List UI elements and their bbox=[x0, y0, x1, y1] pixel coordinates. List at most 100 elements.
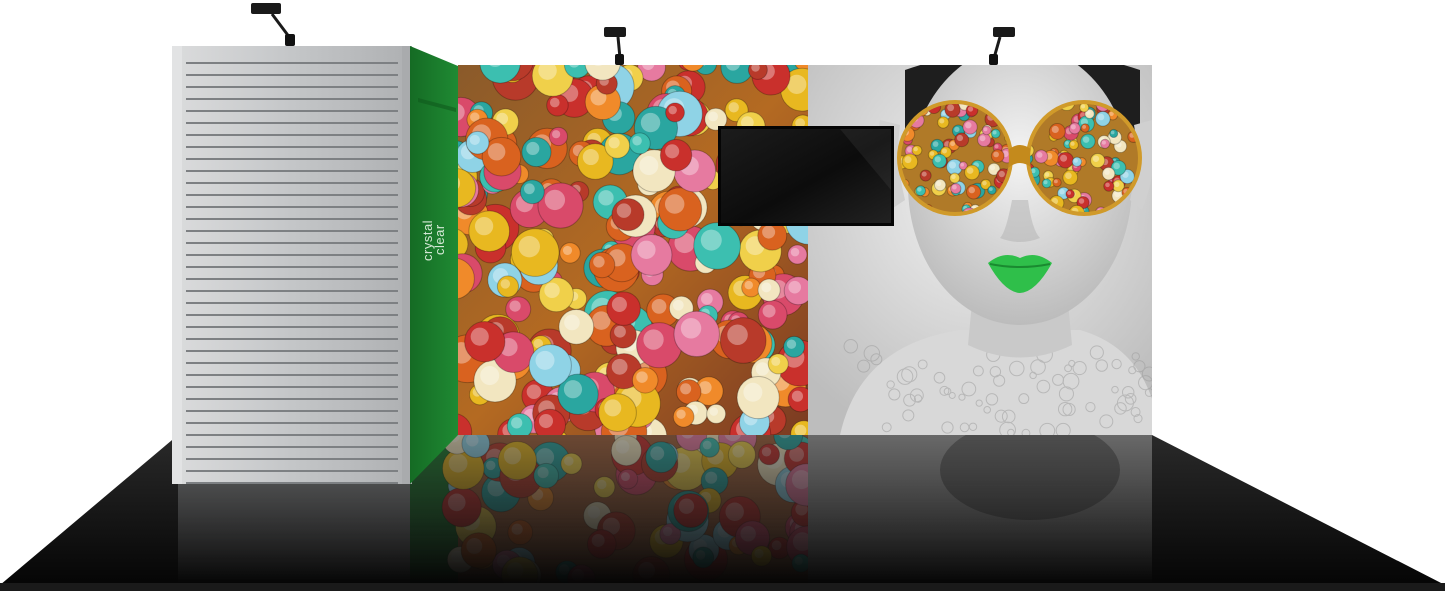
slat-groove bbox=[186, 182, 398, 184]
gem-highlight bbox=[788, 280, 801, 294]
gem-highlight bbox=[537, 467, 549, 479]
gem-highlight bbox=[700, 65, 706, 66]
gem-highlight bbox=[762, 225, 776, 239]
gem-highlight bbox=[921, 171, 927, 177]
logo-line-2: clear bbox=[432, 224, 447, 256]
gem-highlight bbox=[993, 151, 999, 158]
gem-highlight bbox=[740, 526, 756, 542]
gem-highlight bbox=[794, 556, 803, 565]
slat-groove bbox=[186, 254, 398, 256]
gem-highlight bbox=[672, 299, 684, 311]
slat-groove bbox=[186, 170, 398, 172]
gem-highlight bbox=[1070, 124, 1076, 130]
slat-groove bbox=[186, 302, 398, 304]
slat-groove bbox=[186, 158, 398, 160]
gem-highlight bbox=[544, 282, 560, 299]
gem-highlight bbox=[642, 65, 655, 70]
slat-groove bbox=[186, 98, 398, 100]
gem-highlight bbox=[751, 65, 760, 72]
slat-groove bbox=[186, 110, 398, 112]
gem-highlight bbox=[611, 296, 627, 312]
gem-highlight bbox=[535, 350, 555, 370]
gem-highlight bbox=[680, 318, 702, 339]
portrait-graphic-panel bbox=[808, 65, 1152, 435]
gem-highlight bbox=[594, 65, 603, 66]
gem-highlight bbox=[754, 548, 764, 559]
gem-highlight bbox=[552, 130, 561, 139]
slat-groove bbox=[186, 206, 398, 208]
gem-highlight bbox=[1105, 182, 1110, 188]
gem-highlight bbox=[932, 141, 939, 147]
gem-highlight bbox=[608, 137, 620, 149]
gem-highlight bbox=[906, 146, 913, 153]
gem-highlight bbox=[636, 371, 648, 383]
gem-highlight bbox=[966, 167, 974, 174]
gem-highlight bbox=[1059, 189, 1065, 195]
gem-highlight bbox=[503, 447, 522, 465]
gem-highlight bbox=[562, 245, 573, 255]
gem-highlight bbox=[638, 562, 655, 579]
slat-groove bbox=[186, 422, 398, 424]
gem-highlight bbox=[1082, 125, 1087, 129]
gem-highlight bbox=[678, 498, 695, 514]
gem-highlight bbox=[582, 148, 599, 166]
gem-highlight bbox=[913, 146, 918, 152]
gem-highlight bbox=[470, 327, 489, 346]
gem-highlight bbox=[790, 247, 800, 257]
gem-highlight bbox=[1110, 130, 1115, 135]
gem-highlight bbox=[523, 183, 535, 195]
gem-highlight bbox=[939, 118, 945, 124]
slat-groove bbox=[186, 146, 398, 148]
gem-highlight bbox=[929, 151, 935, 156]
gem-highlight bbox=[956, 134, 964, 142]
gem-highlight bbox=[1065, 172, 1072, 179]
gem-highlight bbox=[951, 174, 956, 180]
gem-highlight bbox=[794, 424, 807, 435]
gem-highlight bbox=[668, 105, 677, 115]
gem-highlight bbox=[708, 111, 719, 122]
gem-highlight bbox=[616, 203, 632, 218]
gem-highlight bbox=[1053, 179, 1058, 184]
gem-highlight bbox=[684, 51, 695, 62]
gem-highlight bbox=[614, 325, 626, 338]
slat-groove bbox=[186, 266, 398, 268]
gem-highlight bbox=[587, 506, 601, 519]
gem-highlight bbox=[934, 156, 941, 163]
gem-highlight bbox=[1101, 140, 1106, 145]
gem-highlight bbox=[1051, 125, 1059, 134]
gem-highlight bbox=[511, 417, 523, 429]
trade-show-booth-scene bbox=[0, 3, 1445, 591]
gem-highlight bbox=[448, 453, 468, 473]
gem-highlight bbox=[732, 445, 745, 458]
gem-highlight bbox=[725, 65, 741, 71]
slatwall-tower bbox=[172, 46, 412, 484]
gem-highlight bbox=[979, 135, 986, 142]
gem-highlight bbox=[1104, 169, 1110, 175]
spotlight-icon bbox=[604, 27, 626, 65]
spotlight-icon bbox=[989, 27, 1015, 65]
gem-highlight bbox=[771, 540, 782, 551]
gem-highlight bbox=[637, 240, 656, 260]
gem-highlight bbox=[662, 526, 673, 537]
gem-highlight bbox=[1036, 151, 1043, 158]
gem-graphic-panel bbox=[458, 51, 808, 435]
gem-highlight bbox=[705, 471, 718, 484]
gem-highlight bbox=[526, 141, 540, 156]
gem-highlight bbox=[1060, 154, 1068, 162]
gem-highlight bbox=[538, 413, 554, 429]
gem-highlight bbox=[632, 136, 642, 146]
gem-highlight bbox=[952, 184, 957, 190]
slat-groove bbox=[186, 446, 398, 448]
gem-highlight bbox=[511, 523, 523, 535]
slat-groove bbox=[186, 386, 398, 388]
gem-highlight bbox=[744, 280, 753, 290]
gem-highlight bbox=[485, 460, 496, 471]
gem-highlight bbox=[1078, 198, 1085, 204]
gem-highlight bbox=[509, 300, 521, 312]
slat-groove bbox=[186, 374, 398, 376]
gem-highlight bbox=[709, 407, 719, 416]
gem-highlight bbox=[480, 366, 500, 386]
slat-groove bbox=[186, 278, 398, 280]
gem-highlight bbox=[743, 382, 763, 402]
gem-highlight bbox=[651, 299, 667, 314]
